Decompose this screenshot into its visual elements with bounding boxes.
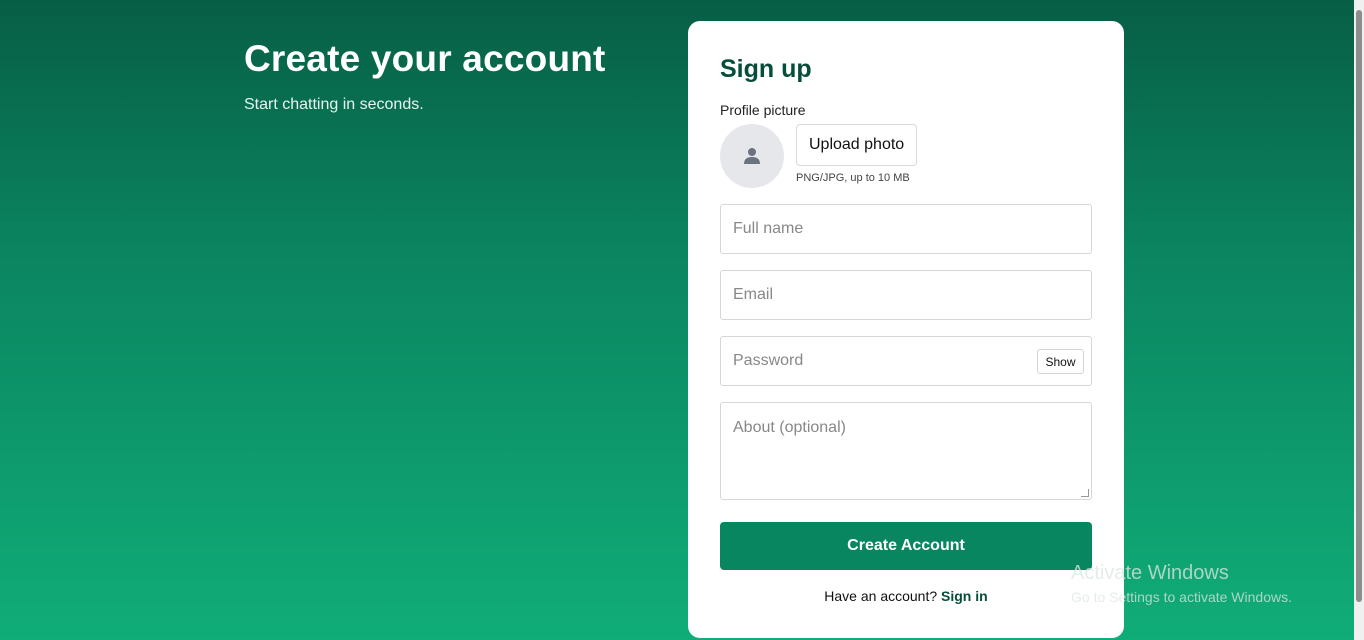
password-input[interactable] bbox=[721, 337, 1091, 385]
profile-picture-label: Profile picture bbox=[720, 102, 806, 118]
about-textarea[interactable] bbox=[721, 403, 1091, 499]
user-placeholder-icon bbox=[744, 148, 760, 164]
upload-hint: PNG/JPG, up to 10 MB bbox=[796, 172, 910, 184]
upload-column: Upload photo PNG/JPG, up to 10 MB bbox=[796, 124, 918, 184]
page-scrollbar[interactable] bbox=[1354, 0, 1364, 640]
profile-picture-row: Upload photo PNG/JPG, up to 10 MB bbox=[720, 124, 1092, 188]
sign-in-link[interactable]: Sign in bbox=[941, 588, 988, 604]
show-password-button[interactable]: Show bbox=[1037, 349, 1084, 374]
password-field-wrapper: Show bbox=[720, 336, 1092, 386]
watermark-subtitle: Go to Settings to activate Windows. bbox=[1071, 589, 1292, 605]
signup-card: Sign up Profile picture Upload photo PNG… bbox=[688, 21, 1124, 638]
create-account-button[interactable]: Create Account bbox=[720, 522, 1092, 570]
email-field-wrapper bbox=[720, 270, 1092, 320]
signin-prompt-text: Have an account? bbox=[824, 588, 938, 604]
about-field-wrapper bbox=[720, 402, 1092, 500]
resize-grip-icon[interactable] bbox=[1081, 489, 1089, 497]
hero-title: Create your account bbox=[244, 38, 606, 79]
full-name-field-wrapper bbox=[720, 204, 1092, 254]
full-name-input[interactable] bbox=[721, 205, 1091, 253]
activate-windows-watermark: Activate Windows Go to Settings to activ… bbox=[1071, 562, 1292, 605]
signup-title: Sign up bbox=[720, 55, 812, 83]
upload-photo-button[interactable]: Upload photo bbox=[796, 124, 918, 166]
signin-prompt: Have an account? Sign in bbox=[720, 588, 1092, 604]
hero: Create your account Start chatting in se… bbox=[244, 38, 606, 114]
avatar-placeholder[interactable] bbox=[720, 124, 784, 188]
watermark-title: Activate Windows bbox=[1071, 562, 1229, 584]
email-input[interactable] bbox=[721, 271, 1091, 319]
hero-subtitle: Start chatting in seconds. bbox=[244, 96, 424, 113]
scrollbar-thumb[interactable] bbox=[1356, 10, 1362, 602]
